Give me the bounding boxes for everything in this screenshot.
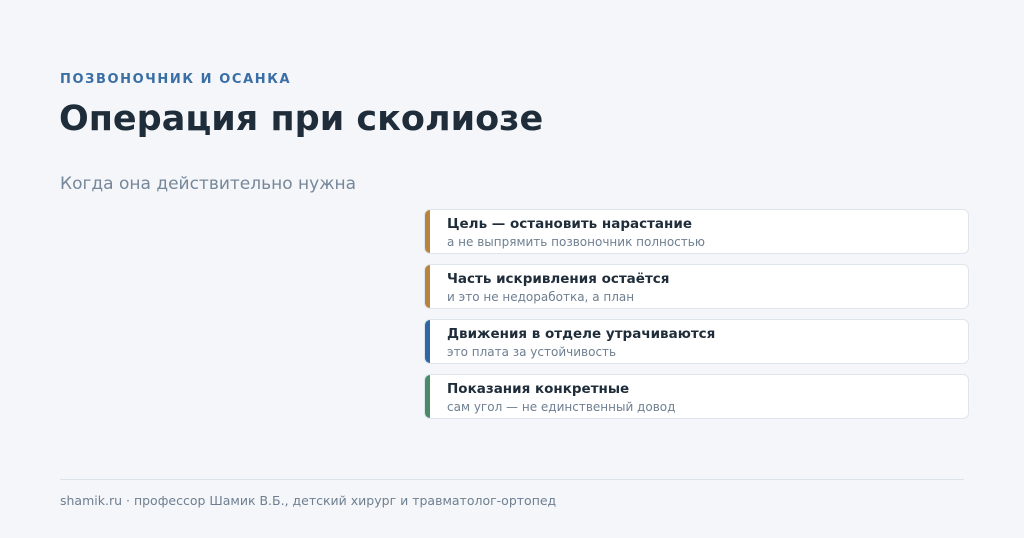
- key-point-card: Показания конкретные сам угол — не единс…: [424, 374, 969, 419]
- key-point-card: Часть искривления остаётся и это не недо…: [424, 264, 969, 309]
- card-accent-bar: [425, 320, 430, 363]
- card-accent-bar: [425, 210, 430, 253]
- card-title: Часть искривления остаётся: [447, 271, 670, 287]
- footer-divider: [60, 479, 964, 480]
- card-subtitle: это плата за устойчивость: [447, 345, 617, 359]
- card-subtitle: и это не недоработка, а план: [447, 290, 635, 304]
- card-subtitle: сам угол — не единственный довод: [447, 400, 676, 414]
- card-accent-bar: [425, 375, 430, 418]
- card-title: Движения в отделе утрачиваются: [447, 326, 716, 342]
- section-eyebrow: ПОЗВОНОЧНИК И ОСАНКА: [60, 72, 292, 87]
- card-subtitle: а не выпрямить позвоночник полностью: [447, 235, 705, 249]
- page-subtitle: Когда она действительно нужна: [60, 174, 357, 194]
- card-title: Цель — остановить нарастание: [447, 216, 692, 232]
- card-title: Показания конкретные: [447, 381, 630, 397]
- footer-credits: shamik.ru · профессор Шамик В.Б., детски…: [60, 493, 557, 508]
- page-title: Операция при сколиозе: [59, 99, 544, 139]
- key-point-card: Цель — остановить нарастание а не выпрям…: [424, 209, 969, 254]
- key-point-card: Движения в отделе утрачиваются это плата…: [424, 319, 969, 364]
- key-points-list: Цель — остановить нарастание а не выпрям…: [424, 209, 969, 429]
- card-accent-bar: [425, 265, 430, 308]
